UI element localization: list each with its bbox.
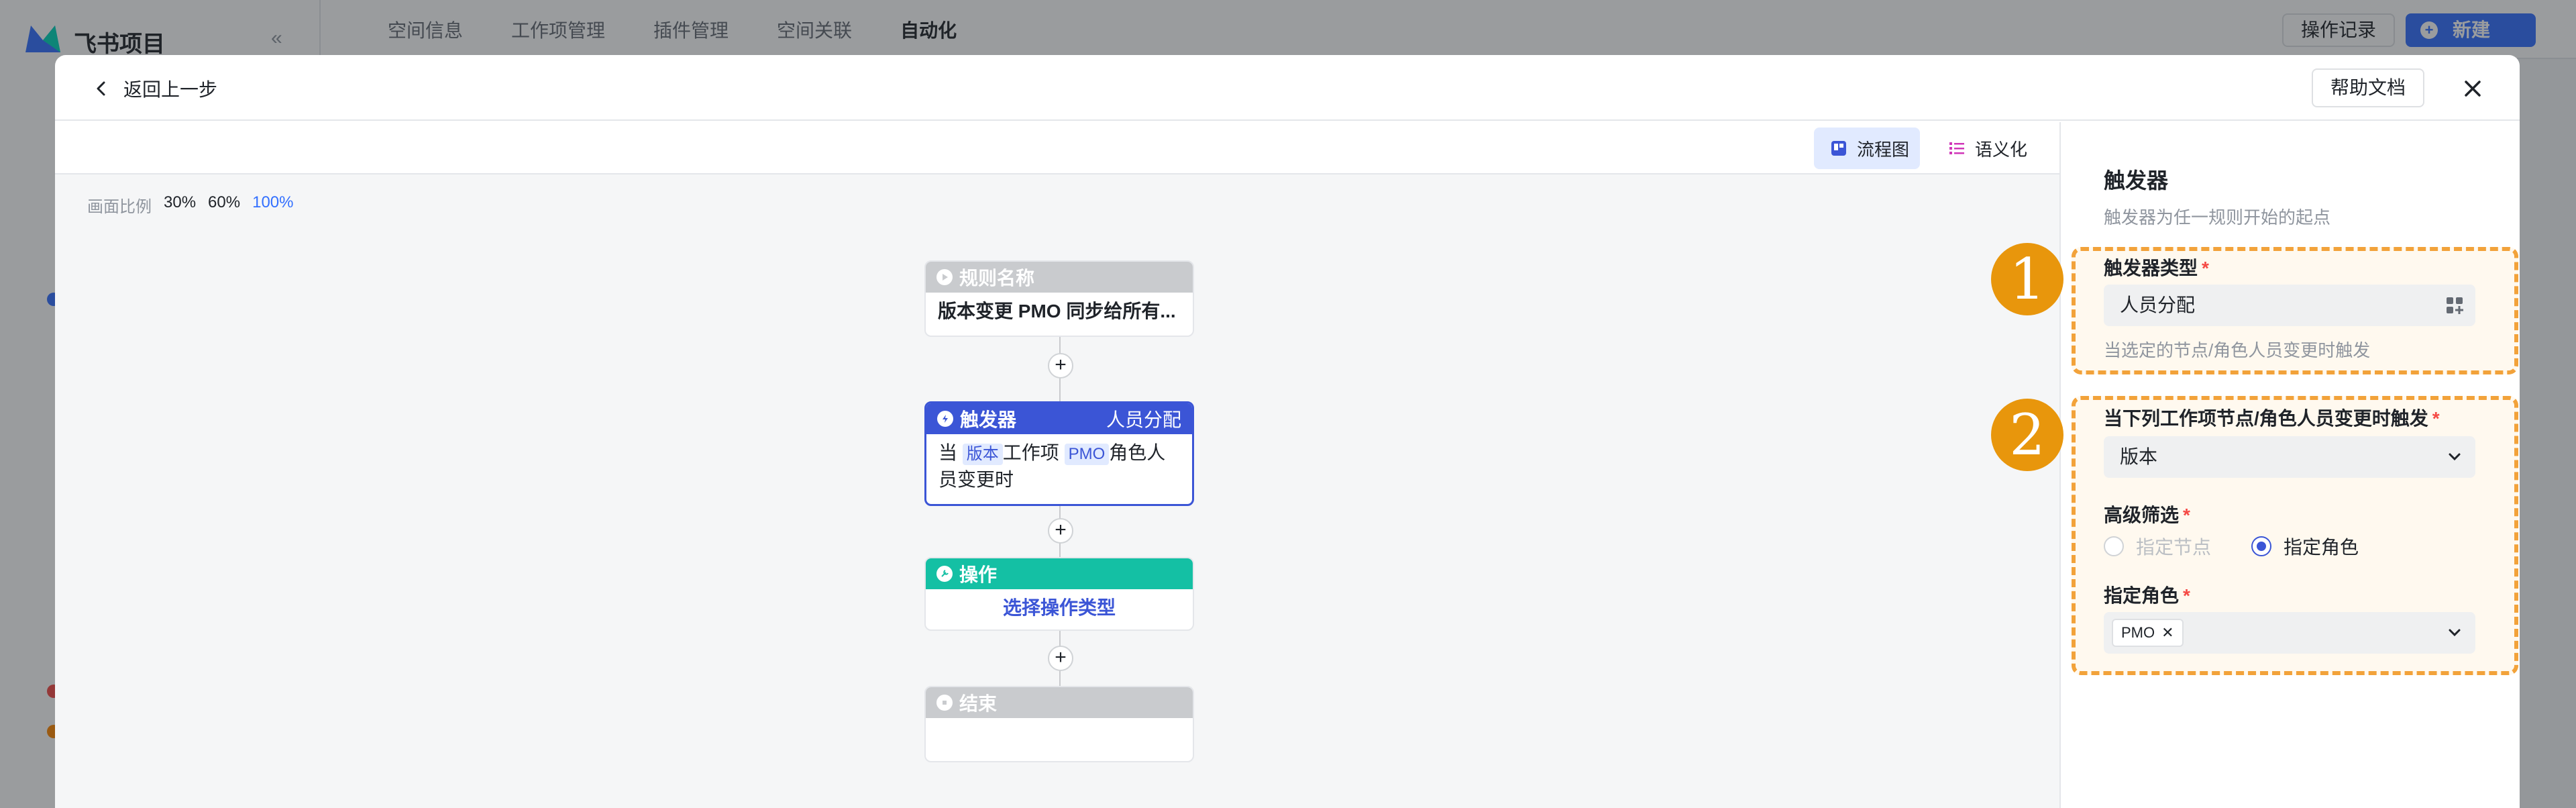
zoom-100[interactable]: 100% xyxy=(252,193,293,217)
required-mark: * xyxy=(2432,408,2440,429)
workitem-select-value: 版本 xyxy=(2120,446,2158,467)
trigger-type-select[interactable]: 人员分配 xyxy=(2104,285,2475,326)
end-node[interactable]: 结束 xyxy=(924,686,1194,762)
radio-circle xyxy=(2251,536,2272,556)
node-role-label-text: 当下列工作项节点/角色人员变更时触发 xyxy=(2104,408,2428,429)
zoom-control: 画面比例 30% 60% 100% xyxy=(87,193,293,217)
role-chip: PMO ✕ xyxy=(2112,619,2184,647)
node-role-label: 当下列工作项节点/角色人员变更时触发 * xyxy=(2104,404,2440,431)
automation-modal: 返回上一步 帮助文档 流程图 语义化 画面比例 30% 60% 100% 规则名… xyxy=(55,55,2520,808)
radio-specify-node[interactable]: 指定节点 xyxy=(2104,533,2211,560)
action-node-title: 操作 xyxy=(959,564,998,585)
workitem-tag: 版本 xyxy=(962,444,1003,465)
end-node-title: 结束 xyxy=(959,693,998,714)
bolt-icon xyxy=(937,411,953,427)
apps-icon xyxy=(2447,297,2463,314)
action-node[interactable]: 操作 选择操作类型 xyxy=(924,557,1194,631)
view-semantic-label: 语义化 xyxy=(1975,139,2028,160)
node-header: 操作 xyxy=(926,558,1193,589)
back-button[interactable]: 返回上一步 xyxy=(91,74,217,103)
required-mark: * xyxy=(2202,258,2209,279)
add-node-button[interactable]: + xyxy=(1048,646,1073,671)
modal-header: 返回上一步 帮助文档 xyxy=(55,55,2520,121)
panel-title: 触发器 xyxy=(2104,168,2169,193)
trigger-type-value: 人员分配 xyxy=(2120,295,2196,315)
view-flowchart-label: 流程图 xyxy=(1857,139,1910,160)
view-flowchart-button[interactable]: 流程图 xyxy=(1814,128,1920,169)
panel-subtitle: 触发器为任一规则开始的起点 xyxy=(2104,207,2331,228)
radio-specify-role[interactable]: 指定角色 xyxy=(2251,533,2359,560)
trigger-node-body: 当 版本 工作项 PMO 角色人员变更时 xyxy=(926,434,1192,499)
help-doc-button[interactable]: 帮助文档 xyxy=(2311,68,2424,107)
zoom-label: 画面比例 xyxy=(87,198,152,216)
zoom-30[interactable]: 30% xyxy=(164,193,196,217)
advanced-filter-label-text: 高级筛选 xyxy=(2104,505,2180,525)
role-chip-label: PMO xyxy=(2121,624,2155,641)
add-node-button[interactable]: + xyxy=(1048,353,1073,378)
trigger-node-type: 人员分配 xyxy=(1106,409,1181,430)
trigger-type-label-text: 触发器类型 xyxy=(2104,258,2198,279)
role-label-text: 指定角色 xyxy=(2104,585,2180,606)
flowchart-icon xyxy=(1831,141,1846,156)
end-node-body xyxy=(926,718,1193,729)
node-header: 结束 xyxy=(926,687,1193,718)
zoom-60[interactable]: 60% xyxy=(208,193,240,217)
select-action-type-link[interactable]: 选择操作类型 xyxy=(926,589,1193,627)
rule-node-title: 规则名称 xyxy=(959,268,1035,289)
required-mark: * xyxy=(2183,585,2190,606)
trigger-type-label: 触发器类型 * xyxy=(2104,254,2209,281)
stop-icon xyxy=(936,695,953,711)
role-select[interactable]: PMO ✕ xyxy=(2104,612,2475,654)
trigger-type-hint: 当选定的节点/角色人员变更时触发 xyxy=(2104,340,2371,360)
rule-name-node[interactable]: 规则名称 版本变更 PMO 同步给所有... xyxy=(924,260,1194,337)
step-badge-2: 2 xyxy=(1991,399,2063,471)
advanced-filter-radios: 指定节点 指定角色 xyxy=(2104,533,2359,560)
trigger-text: 工作项 xyxy=(1002,442,1059,463)
radio-circle xyxy=(2104,536,2124,556)
list-icon xyxy=(1949,142,1964,154)
chevron-down-icon xyxy=(2449,453,2461,461)
trigger-node-title: 触发器 xyxy=(960,409,1017,430)
chevron-left-icon xyxy=(97,81,105,96)
trigger-node[interactable]: 触发器 人员分配 当 版本 工作项 PMO 角色人员变更时 xyxy=(924,401,1194,506)
trigger-text: 当 xyxy=(938,442,958,463)
role-tag: PMO xyxy=(1064,444,1110,465)
view-semantic-button[interactable]: 语义化 xyxy=(1933,128,2035,169)
required-mark: * xyxy=(2183,505,2190,525)
step-badge-1: 1 xyxy=(1991,243,2063,315)
radio-label: 指定节点 xyxy=(2136,537,2212,558)
chevron-down-icon xyxy=(2449,629,2461,637)
close-icon[interactable] xyxy=(2457,72,2489,105)
trigger-settings-panel: 触发器 触发器为任一规则开始的起点 触发器类型 * 人员分配 当选定的节点/角色人… xyxy=(2062,122,2520,808)
workitem-select[interactable]: 版本 xyxy=(2104,436,2475,478)
role-label: 指定角色 * xyxy=(2104,581,2190,608)
flow-canvas[interactable]: 流程图 语义化 画面比例 30% 60% 100% 规则名称 版本变更 PMO … xyxy=(55,122,2061,808)
rule-node-body: 版本变更 PMO 同步给所有... xyxy=(938,301,1176,321)
node-header: 规则名称 xyxy=(926,262,1193,293)
radio-label: 指定角色 xyxy=(2284,537,2359,558)
wrench-icon xyxy=(936,566,953,582)
chip-close-icon[interactable]: ✕ xyxy=(2161,620,2174,646)
play-icon xyxy=(936,269,953,285)
advanced-filter-label: 高级筛选 * xyxy=(2104,501,2190,527)
add-node-button[interactable]: + xyxy=(1048,518,1073,544)
node-header: 触发器 人员分配 xyxy=(926,403,1192,434)
back-label: 返回上一步 xyxy=(123,79,218,100)
canvas-toolbar: 流程图 语义化 xyxy=(55,122,2059,174)
